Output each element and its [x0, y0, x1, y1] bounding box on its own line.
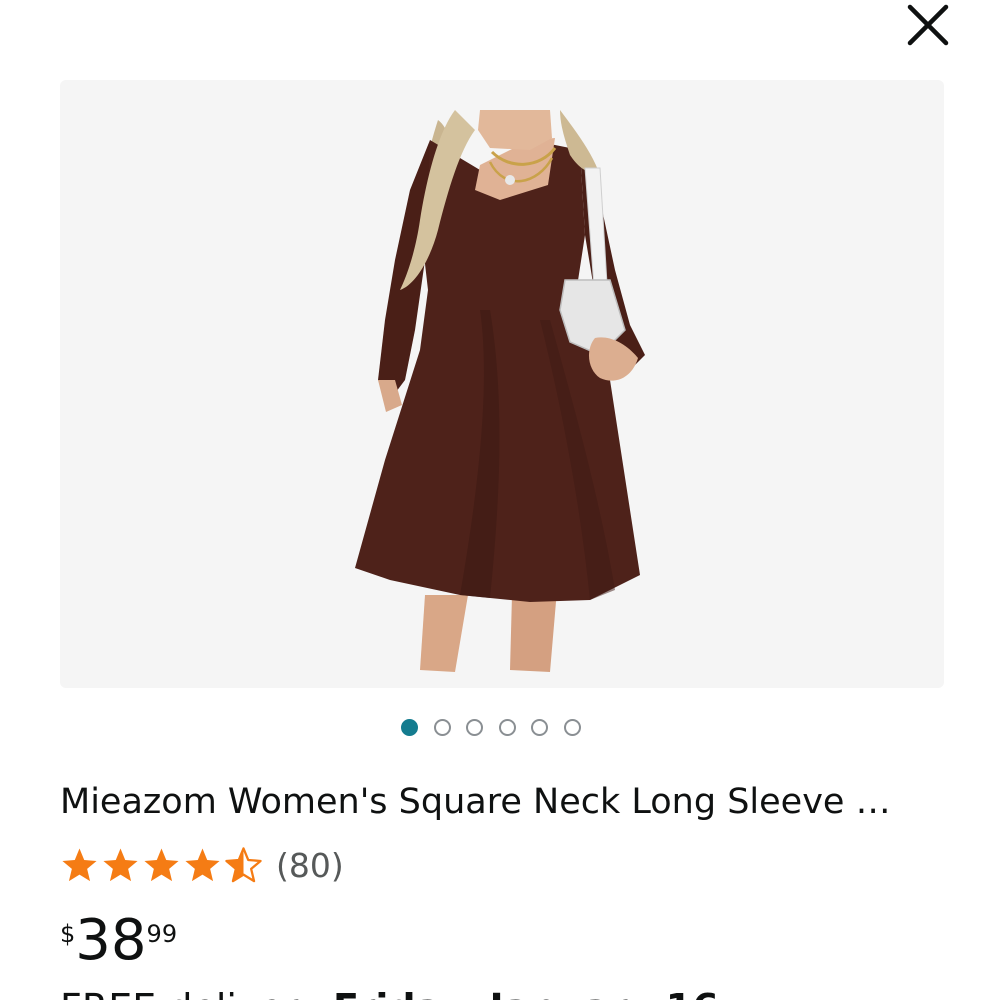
carousel-dot[interactable]	[531, 719, 548, 736]
product-image[interactable]	[60, 80, 944, 688]
delivery-info: FREE delivery Friday, January 16	[60, 986, 719, 1000]
delivery-prefix: FREE delivery	[60, 986, 333, 1000]
product-price: $ 38 99	[60, 908, 177, 974]
carousel-dot[interactable]	[498, 719, 516, 736]
star-full-icon	[62, 847, 97, 881]
price-symbol: $	[60, 920, 76, 948]
product-detail-page: Mieazom Women's Square Neck Long Sleeve …	[0, 0, 1000, 1000]
star-full-icon	[185, 847, 220, 881]
delivery-date: Friday, January 16	[333, 986, 719, 1000]
product-title[interactable]: Mieazom Women's Square Neck Long Sleeve …	[60, 779, 940, 825]
close-icon	[907, 4, 949, 46]
carousel-dot[interactable]	[563, 719, 581, 736]
carousel-dot[interactable]	[466, 719, 483, 736]
carousel-dot[interactable]	[433, 719, 451, 736]
star-full-icon	[144, 847, 179, 881]
image-carousel-dots	[401, 719, 581, 736]
close-button[interactable]	[902, 2, 954, 48]
price-whole: 38	[75, 908, 147, 973]
product-photo-dress	[355, 110, 645, 672]
rating-count[interactable]: (80)	[276, 846, 344, 885]
rating-stars	[60, 846, 263, 885]
carousel-dot[interactable]	[401, 719, 418, 736]
product-rating[interactable]: (80)	[60, 843, 344, 887]
star-half-icon	[225, 846, 262, 882]
star-full-icon	[103, 847, 138, 881]
price-fraction: 99	[146, 920, 178, 948]
